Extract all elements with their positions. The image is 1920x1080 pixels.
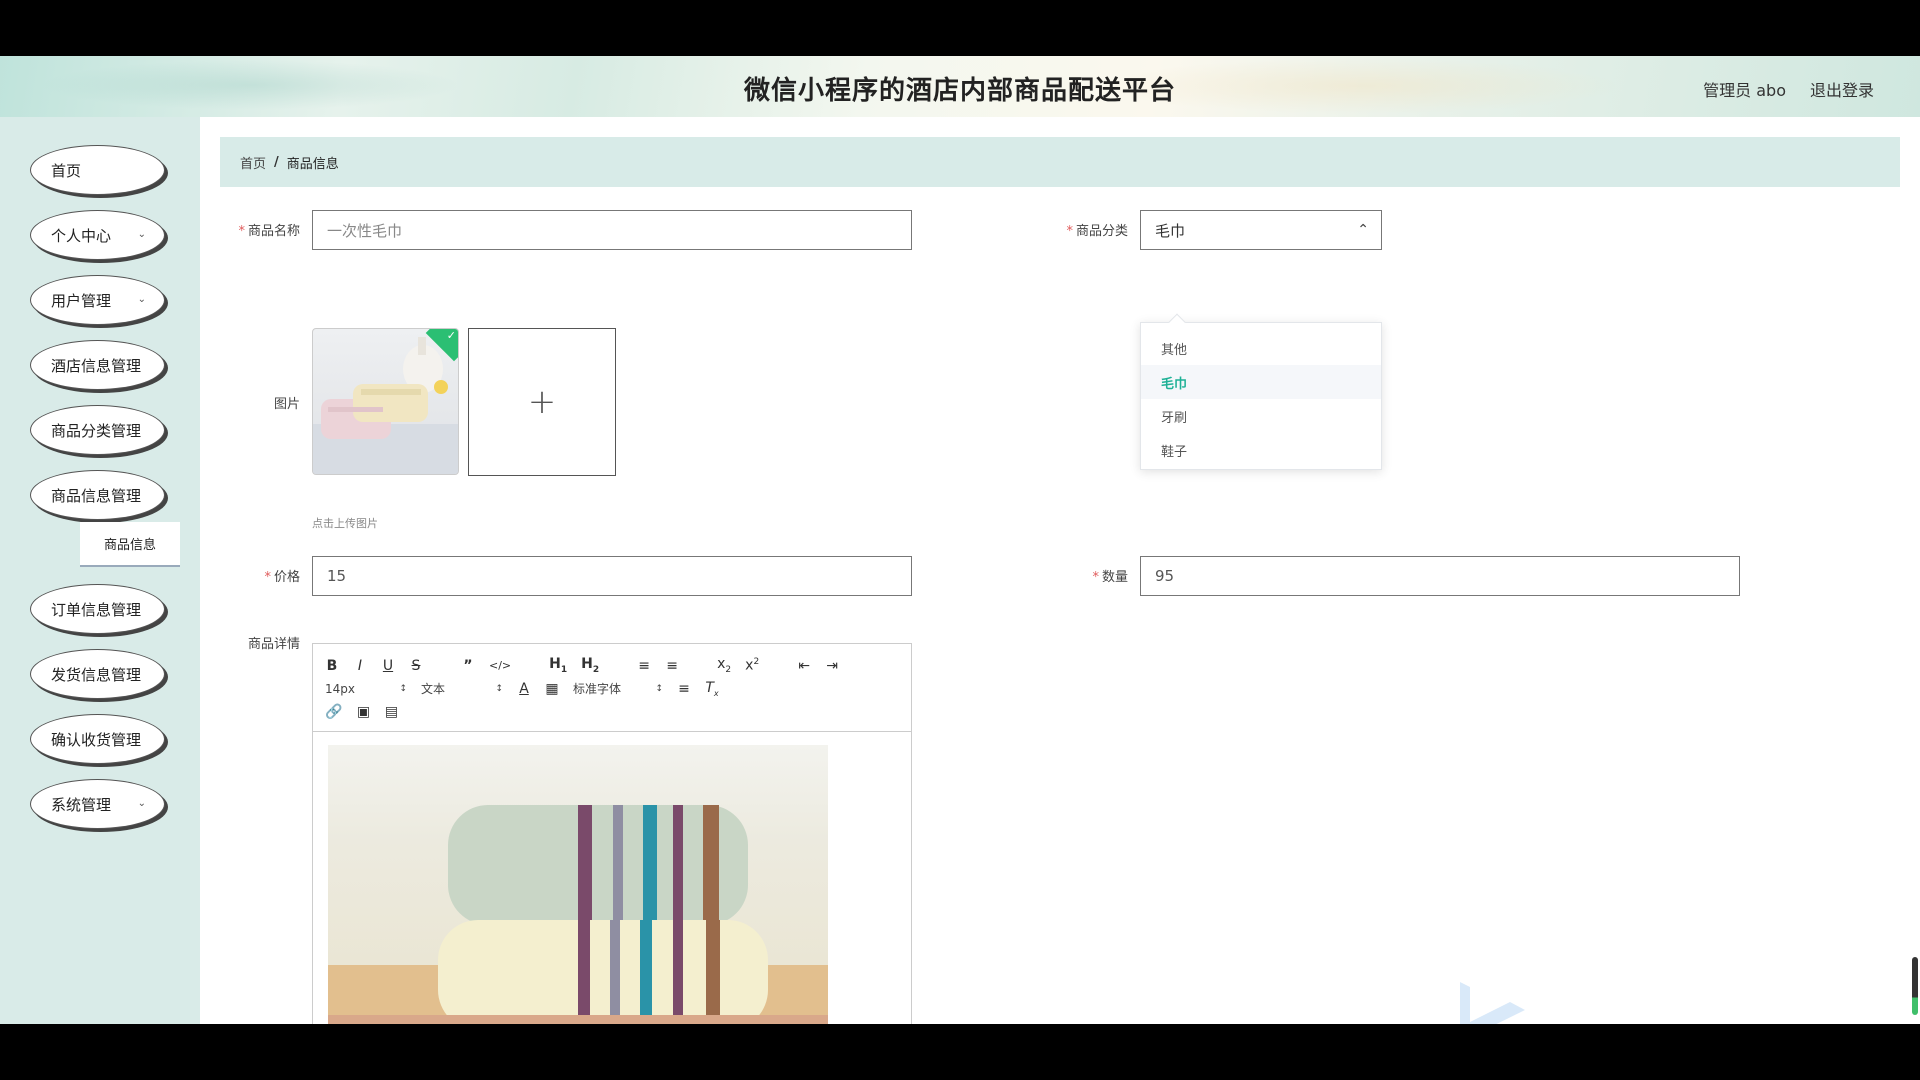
indent-icon[interactable]: ⇥ [825, 658, 839, 674]
category-select[interactable]: 毛巾 ⌃ [1140, 210, 1382, 250]
category-option-towel[interactable]: 毛巾 [1141, 365, 1381, 399]
outdent-icon[interactable]: ⇤ [797, 658, 811, 674]
product-name-input[interactable]: 一次性毛巾 [312, 210, 912, 250]
align-icon[interactable]: ≡ [677, 681, 691, 697]
scrollbar[interactable] [1912, 957, 1918, 1015]
underline-icon[interactable]: U [381, 658, 395, 674]
sidebar-item-receipt-management[interactable]: 确认收货管理 [30, 714, 165, 764]
price-label: * 价格 [264, 570, 300, 585]
sidebar-item-personal-center[interactable]: 个人中心 ⌄ [30, 210, 165, 260]
product-name-label: * 商品名称 [238, 224, 300, 239]
subscript-icon[interactable]: x2 [717, 656, 731, 675]
check-icon: ✓ [446, 329, 456, 342]
bold-icon[interactable]: B [325, 658, 339, 674]
header-picker[interactable]: 文本 ↕ [421, 680, 503, 697]
top-header: 微信小程序的酒店内部商品配送平台 管理员 abo 退出登录 [0, 56, 1920, 117]
app-title: 微信小程序的酒店内部商品配送平台 [743, 76, 1176, 106]
towel-stack-photo [328, 805, 828, 1024]
category-option-shoes[interactable]: 鞋子 [1141, 433, 1381, 467]
bullet-list-icon[interactable]: ≡ [665, 658, 679, 674]
breadcrumb-separator: / [274, 154, 279, 170]
h1-icon[interactable]: H1 [549, 656, 567, 675]
strike-icon[interactable]: S [409, 658, 423, 674]
link-icon[interactable]: 🔗 [325, 704, 342, 720]
sidebar-item-order-management[interactable]: 订单信息管理 [30, 584, 165, 634]
clear-format-icon[interactable]: Tx [705, 680, 719, 698]
sidebar-item-user-management[interactable]: 用户管理 ⌄ [30, 275, 165, 325]
sidebar-item-category-management[interactable]: 商品分类管理 [30, 405, 165, 455]
uploaded-image-thumbnail[interactable]: ✓ [312, 328, 459, 475]
quantity-input[interactable]: 95 [1140, 556, 1740, 596]
chevron-down-icon: ⌄ [137, 798, 146, 809]
editor-toolbar: B I U S ” </> H1 H2 ≡ ≡ x2 x2 ⇤ ⇥ 14px ↕… [313, 644, 911, 732]
video-icon[interactable]: ▤ [384, 704, 398, 720]
main-content: 首页 / 商品信息 * 商品名称 一次性毛巾 * 商品分类 毛巾 ⌃ 其他 毛巾 牙… [200, 117, 1920, 1024]
sidebar-item-product-management[interactable]: 商品信息管理 [30, 470, 165, 520]
breadcrumb-current: 商品信息 [286, 156, 339, 172]
rich-text-editor[interactable]: B I U S ” </> H1 H2 ≡ ≡ x2 x2 ⇤ ⇥ 14px ↕… [312, 643, 912, 1024]
watermark-logo-icon [1460, 982, 1525, 1024]
font-family-picker[interactable]: 标准字体 ↕ [573, 680, 663, 697]
blockquote-icon[interactable]: ” [461, 658, 475, 674]
sidebar-item-hotel-info[interactable]: 酒店信息管理 [30, 340, 165, 390]
font-size-picker[interactable]: 14px ↕ [325, 682, 407, 696]
chevron-up-icon: ⌃ [1357, 222, 1369, 238]
category-option-toothbrush[interactable]: 牙刷 [1141, 399, 1381, 433]
breadcrumb-home[interactable]: 首页 [240, 153, 266, 172]
logout-link[interactable]: 退出登录 [1810, 77, 1874, 101]
towel-photo [313, 337, 458, 474]
superscript-icon[interactable]: x2 [745, 657, 759, 674]
plus-icon: + [527, 382, 557, 422]
updown-icon: ↕ [399, 683, 407, 694]
image-icon[interactable]: ▣ [356, 704, 370, 720]
chevron-down-icon: ⌄ [137, 229, 146, 240]
user-area: 管理员 abo 退出登录 [1703, 77, 1874, 101]
upload-hint: 点击上传图片 [312, 517, 378, 530]
current-user: 管理员 abo [1703, 81, 1786, 100]
image-label: 图片 [273, 397, 300, 412]
category-option-other[interactable]: 其他 [1141, 331, 1381, 365]
app-screen: 微信小程序的酒店内部商品配送平台 管理员 abo 退出登录 首页 个人中心 ⌄ … [0, 56, 1920, 1024]
sidebar: 首页 个人中心 ⌄ 用户管理 ⌄ 酒店信息管理 商品分类管理 商品信息管理 商品… [0, 117, 200, 1024]
background-icon[interactable]: ▦ [545, 681, 559, 697]
image-upload-button[interactable]: + [468, 328, 616, 476]
price-input[interactable]: 15 [312, 556, 912, 596]
breadcrumb: 首页 / 商品信息 [220, 137, 1900, 187]
updown-icon: ↕ [655, 683, 663, 694]
towel-image-content[interactable] [328, 745, 828, 1024]
details-label: 商品详情 [247, 637, 300, 652]
italic-icon[interactable]: I [353, 658, 367, 674]
sidebar-item-home[interactable]: 首页 [30, 145, 165, 195]
color-icon[interactable]: A [517, 681, 531, 697]
sidebar-item-shipping-management[interactable]: 发货信息管理 [30, 649, 165, 699]
quantity-label: * 数量 [1092, 570, 1128, 585]
sidebar-subitem-product-info[interactable]: 商品信息 [80, 522, 180, 567]
updown-icon: ↕ [495, 683, 503, 694]
h2-icon[interactable]: H2 [581, 656, 599, 675]
sidebar-item-system-management[interactable]: 系统管理 ⌄ [30, 779, 165, 829]
category-dropdown: 其他 毛巾 牙刷 鞋子 [1140, 313, 1382, 470]
chevron-down-icon: ⌄ [137, 294, 146, 305]
code-icon[interactable]: </> [489, 659, 511, 672]
category-label: * 商品分类 [1066, 224, 1128, 239]
ordered-list-icon[interactable]: ≡ [637, 658, 651, 674]
